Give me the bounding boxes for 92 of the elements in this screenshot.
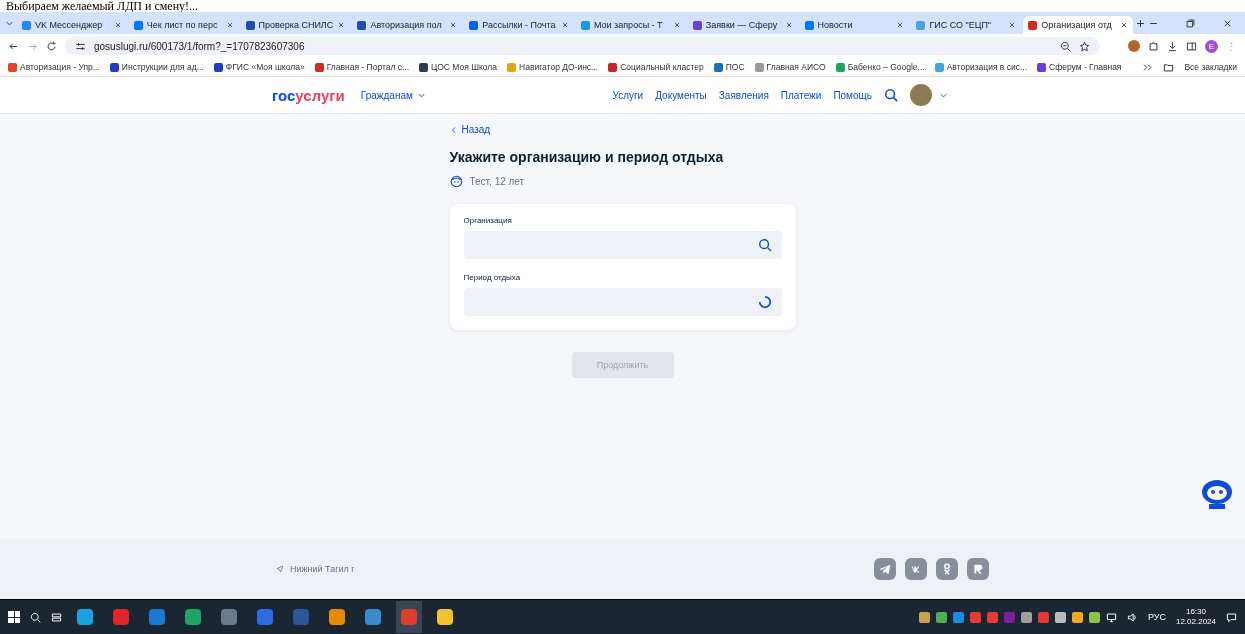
close-icon[interactable] (1119, 21, 1128, 29)
browser-tab[interactable]: Чек лист по перс (128, 16, 239, 34)
tray-icon[interactable] (986, 611, 998, 623)
tray-icon[interactable] (1088, 611, 1100, 623)
browser-tab[interactable]: ГИС СО "ЕЦП" (911, 16, 1022, 34)
field-label: Организация (463, 216, 513, 225)
bookmark-link[interactable]: Инструкции для ад... (109, 62, 204, 72)
browser-tab[interactable]: Новости (799, 16, 910, 34)
telegram-icon[interactable] (874, 558, 896, 580)
star-icon[interactable] (1079, 40, 1090, 52)
back-link[interactable]: Назад (449, 124, 796, 135)
language-indicator[interactable]: РУС (1147, 612, 1166, 622)
tray-icon[interactable] (969, 611, 981, 623)
side-panel-icon[interactable] (1186, 40, 1197, 52)
logo-text[interactable]: госуслуги (272, 86, 345, 104)
tray-icon[interactable] (1037, 611, 1049, 623)
close-icon[interactable] (561, 21, 569, 29)
bookmark-link[interactable]: ФГИС «Моя школа» (213, 62, 305, 72)
download-icon[interactable] (1167, 40, 1178, 52)
tray-icon[interactable] (1071, 611, 1083, 623)
profile-button[interactable]: E (1205, 39, 1218, 53)
vk-icon[interactable] (905, 558, 927, 580)
tray-icon[interactable] (918, 611, 930, 623)
rutube-icon[interactable] (967, 558, 989, 580)
tray-icon[interactable] (1020, 611, 1032, 623)
location-arrow-icon (276, 565, 284, 573)
restore-icon[interactable] (1185, 17, 1196, 29)
close-icon[interactable] (113, 21, 122, 29)
browser-tab[interactable]: Рассылки - Почта (464, 16, 574, 34)
audience-dropdown[interactable]: Гражданам (360, 89, 427, 101)
chevron-left-icon (449, 125, 458, 134)
close-icon[interactable] (672, 21, 681, 29)
close-icon[interactable] (784, 21, 793, 29)
nav-link[interactable]: Заявления (718, 89, 769, 101)
bookmark-link[interactable]: Навигатор ДО-инс... (507, 62, 599, 72)
close-icon[interactable] (225, 21, 234, 29)
nav-link[interactable]: Помощь (833, 89, 872, 101)
network-icon[interactable] (1105, 611, 1117, 623)
close-icon[interactable] (896, 21, 905, 29)
folder-icon (1163, 61, 1175, 73)
windows-start-icon[interactable] (8, 611, 20, 623)
nav-link[interactable]: Платежи (780, 89, 822, 101)
browser-tab[interactable]: Авторизация пол (352, 16, 463, 34)
tray-icon[interactable] (952, 611, 964, 623)
city-text[interactable]: Нижний Тагил г (290, 564, 355, 574)
bookmark-link[interactable]: Сферум - Главная (1037, 62, 1122, 72)
notifications-icon[interactable] (1226, 611, 1237, 623)
page-heading: Укажите организацию и период отдыха (449, 149, 725, 165)
close-icon[interactable] (449, 21, 458, 29)
tray-icon[interactable] (935, 611, 947, 623)
bookmark-link[interactable]: Авторизация в сис... (934, 62, 1028, 72)
bookmark-link[interactable]: ПОС (713, 62, 745, 72)
zoom-icon[interactable] (1060, 40, 1071, 52)
all-bookmarks-link[interactable]: Все закладки (1184, 62, 1237, 72)
browser-tab[interactable]: VK Мессенджер (17, 16, 127, 34)
bookmark-link[interactable]: ЦОС Моя Школа (419, 62, 498, 72)
task-view-icon[interactable] (51, 611, 62, 623)
bookmark-link[interactable]: Главная АИСО (754, 62, 826, 72)
browser-tab[interactable]: Заявки — Сферу (687, 16, 798, 34)
reload-icon[interactable] (46, 40, 57, 52)
child-face-icon (449, 175, 463, 188)
nav-link[interactable]: Услуги (612, 89, 644, 101)
bookmark-link[interactable]: Бабенко – Google... (835, 62, 925, 72)
back-icon[interactable] (8, 40, 19, 52)
search-icon[interactable] (757, 238, 772, 252)
tray-icon[interactable] (1054, 611, 1066, 623)
bookmark-link[interactable]: Главная - Портал с... (314, 62, 410, 72)
browser-tab[interactable]: Организация отд (1023, 16, 1133, 34)
extension-icon[interactable] (1128, 40, 1140, 52)
address-bar[interactable]: gosuslugi.ru/600173/1/form?_=1707823607306 (65, 37, 1100, 55)
search-icon[interactable] (30, 611, 41, 623)
site-settings-icon[interactable] (75, 40, 86, 52)
bookmark-link[interactable]: Авторизация - Упр... (8, 62, 100, 72)
child-name-text: Тест, 12 лет (469, 176, 525, 187)
more-bookmarks-icon[interactable] (1142, 61, 1154, 73)
volume-icon[interactable] (1126, 611, 1138, 623)
browser-tab[interactable]: Мои запросы - Т (576, 16, 686, 34)
odnoklassniki-icon[interactable] (936, 558, 958, 580)
caption-text: Выбираем желаемый ЛДП и смену!... (0, 0, 1245, 12)
avatar-icon[interactable] (910, 84, 932, 106)
new-tab-icon[interactable] (1134, 17, 1146, 29)
browser-tab[interactable]: Проверка СНИЛС (240, 16, 351, 34)
input-field[interactable] (463, 231, 782, 259)
close-icon[interactable] (1008, 21, 1017, 29)
bookmark-link[interactable]: Социальный кластер (608, 62, 704, 72)
search-icon[interactable] (884, 88, 898, 102)
input-field[interactable] (463, 288, 782, 316)
nav-link[interactable]: Документы (655, 89, 707, 101)
close-icon[interactable] (337, 21, 346, 29)
spinner-icon (757, 295, 772, 309)
field-label: Период отдыха (463, 273, 522, 282)
clock[interactable]: 16:30 12.02.2024 (1175, 607, 1216, 627)
